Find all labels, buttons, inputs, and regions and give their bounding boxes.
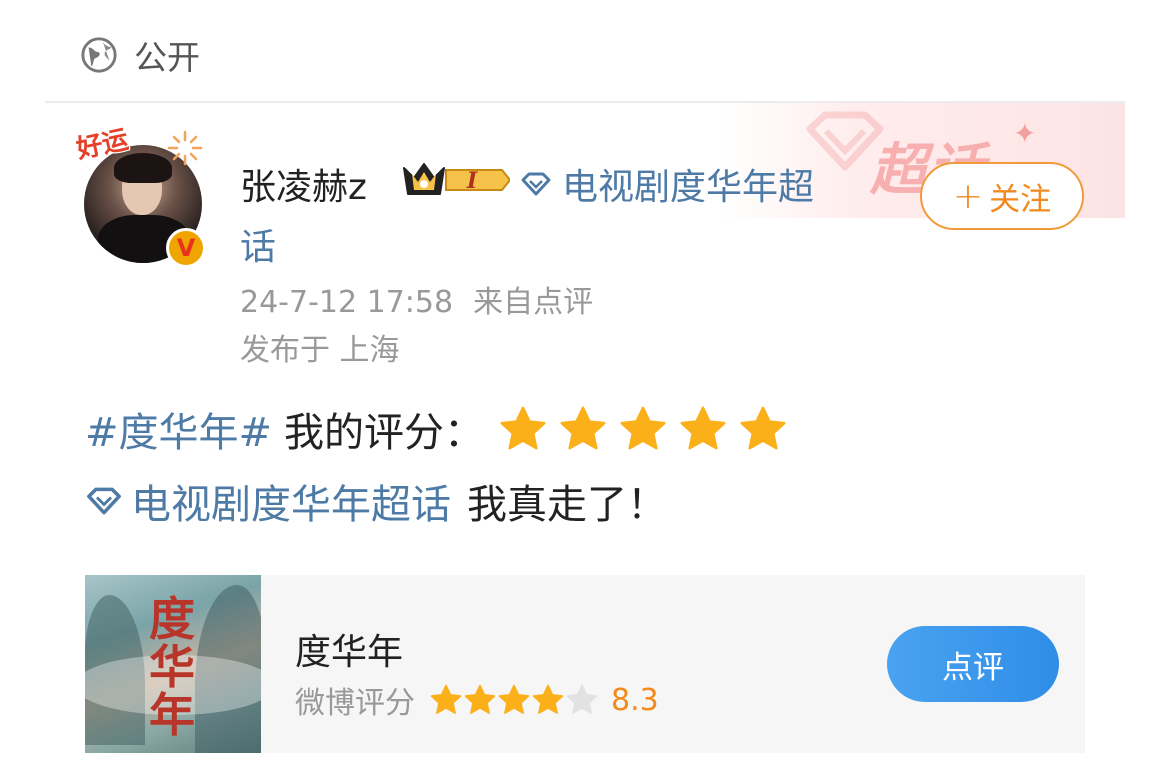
post-content-line-1: #度华年# 我的评分：: [85, 400, 798, 458]
star-icon: [430, 684, 462, 714]
post-tail-text: 我真走了！: [467, 482, 667, 528]
follow-label: 关注: [989, 181, 1052, 218]
super-topic-label: 电视剧度华年超: [562, 167, 815, 208]
diamond-icon: [521, 172, 551, 196]
sparkle-icon: ✦: [1013, 117, 1037, 150]
star-icon: [500, 406, 546, 450]
diamond-icon: [87, 487, 121, 515]
poster-title: 度华年: [149, 592, 195, 742]
verified-badge: V: [166, 228, 206, 268]
post-meta: 24-7-12 17:58 来自点评: [240, 277, 593, 321]
super-topic-label-continued[interactable]: 话: [240, 218, 276, 270]
post-content-line-2: 电视剧度华年超话 我真走了！: [85, 472, 667, 530]
crown-level-badge: I: [403, 163, 510, 195]
author-name[interactable]: 张凌赫z: [240, 158, 367, 210]
card-title: 度华年: [295, 632, 404, 673]
star-icon: [498, 684, 530, 714]
plus-icon: +: [952, 175, 984, 217]
star-icon: [560, 406, 606, 450]
star-icon: [464, 684, 496, 714]
rating-score: 8.3: [611, 682, 659, 718]
review-card[interactable]: 度华年 度华年 微博评分 8.3 点评: [85, 575, 1085, 753]
poster-image: 度华年: [85, 575, 261, 753]
post-timestamp: 24-7-12 17:58: [240, 285, 454, 320]
level-badge-text: I: [466, 168, 478, 194]
weibo-rating-stars: [429, 683, 599, 717]
firework-icon: [167, 130, 203, 166]
visibility-label: 公开: [134, 38, 200, 77]
hashtag-link[interactable]: #度华年#: [85, 400, 272, 458]
user-rating-stars: [498, 404, 798, 454]
star-icon: [680, 406, 726, 450]
card-rating: 微博评分 8.3: [295, 678, 659, 722]
star-icon: [740, 406, 786, 450]
post-source: 来自点评: [473, 285, 594, 320]
review-button[interactable]: 点评: [887, 626, 1059, 702]
rating-text: 我的评分：: [284, 410, 485, 456]
post-location: 发布于 上海: [240, 333, 400, 368]
super-topic-link[interactable]: 电视剧度华年超: [520, 158, 814, 210]
follow-button[interactable]: + 关注: [920, 162, 1084, 230]
star-icon: [532, 684, 564, 714]
rating-label: 微博评分: [295, 686, 415, 721]
star-icon: [620, 406, 666, 450]
visibility-row[interactable]: 公开: [80, 30, 200, 80]
globe-icon: [81, 37, 117, 73]
star-empty-icon: [566, 684, 598, 714]
super-topic-inline-link[interactable]: 电视剧度华年超话: [131, 472, 451, 530]
